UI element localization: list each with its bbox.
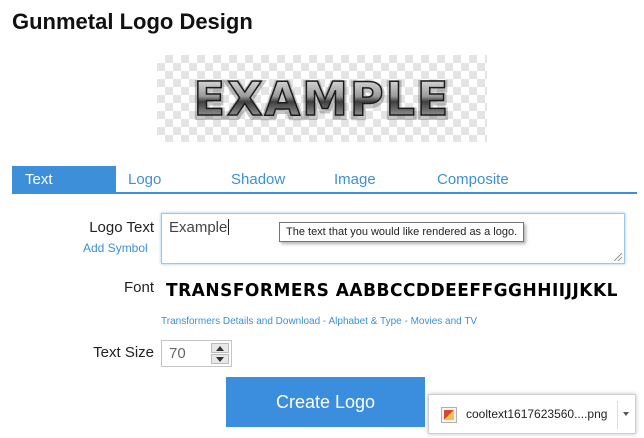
resize-handle[interactable] — [614, 253, 622, 261]
create-logo-button[interactable]: Create Logo — [226, 377, 425, 427]
text-size-label: Text Size — [93, 344, 154, 361]
logo-preview: EXAMPLE EXAMPLE — [157, 55, 487, 142]
tab-bar: Text Logo Shadow Image Composite — [12, 166, 637, 194]
text-caret — [228, 219, 230, 235]
logo-text-value: Example — [169, 219, 228, 236]
download-filename: cooltext1617623560....png — [466, 407, 608, 421]
image-file-icon — [441, 407, 457, 423]
chevron-down-icon[interactable] — [623, 412, 629, 416]
text-size-input[interactable]: 70 — [161, 340, 232, 367]
tab-composite[interactable]: Composite — [437, 166, 509, 192]
page-title: Gunmetal Logo Design — [12, 9, 253, 34]
font-category-link[interactable]: Alphabet & Type — [328, 316, 401, 327]
text-size-value: 70 — [169, 345, 186, 362]
logo-text-label: Logo Text — [89, 219, 154, 236]
text-size-stepper[interactable] — [211, 343, 229, 364]
tab-text[interactable]: Text — [12, 166, 116, 192]
tab-logo[interactable]: Logo — [128, 166, 161, 192]
stepper-down-icon[interactable] — [211, 354, 229, 364]
logo-preview-text: EXAMPLE — [194, 72, 451, 126]
download-divider — [617, 401, 618, 429]
font-links: Transformers Details and Download - Alph… — [161, 316, 477, 327]
logo-text-tooltip: The text that you would like rendered as… — [279, 222, 525, 242]
font-label: Font — [123, 279, 154, 296]
stepper-up-icon[interactable] — [211, 343, 229, 353]
font-links-separator: - — [401, 316, 411, 327]
add-symbol-link[interactable]: Add Symbol — [83, 241, 148, 255]
font-details-link[interactable]: Transformers Details and Download — [161, 316, 320, 327]
tab-shadow[interactable]: Shadow — [231, 166, 285, 192]
logo-preview-graphic: EXAMPLE EXAMPLE — [191, 71, 452, 131]
tab-image[interactable]: Image — [334, 166, 376, 192]
font-subcategory-link[interactable]: Movies and TV — [411, 316, 478, 327]
download-item[interactable]: cooltext1617623560....png — [428, 394, 636, 434]
font-preview[interactable]: TRANSFORMERS AABBCCDDEEFFGGHHIIJJKKL — [166, 281, 618, 302]
